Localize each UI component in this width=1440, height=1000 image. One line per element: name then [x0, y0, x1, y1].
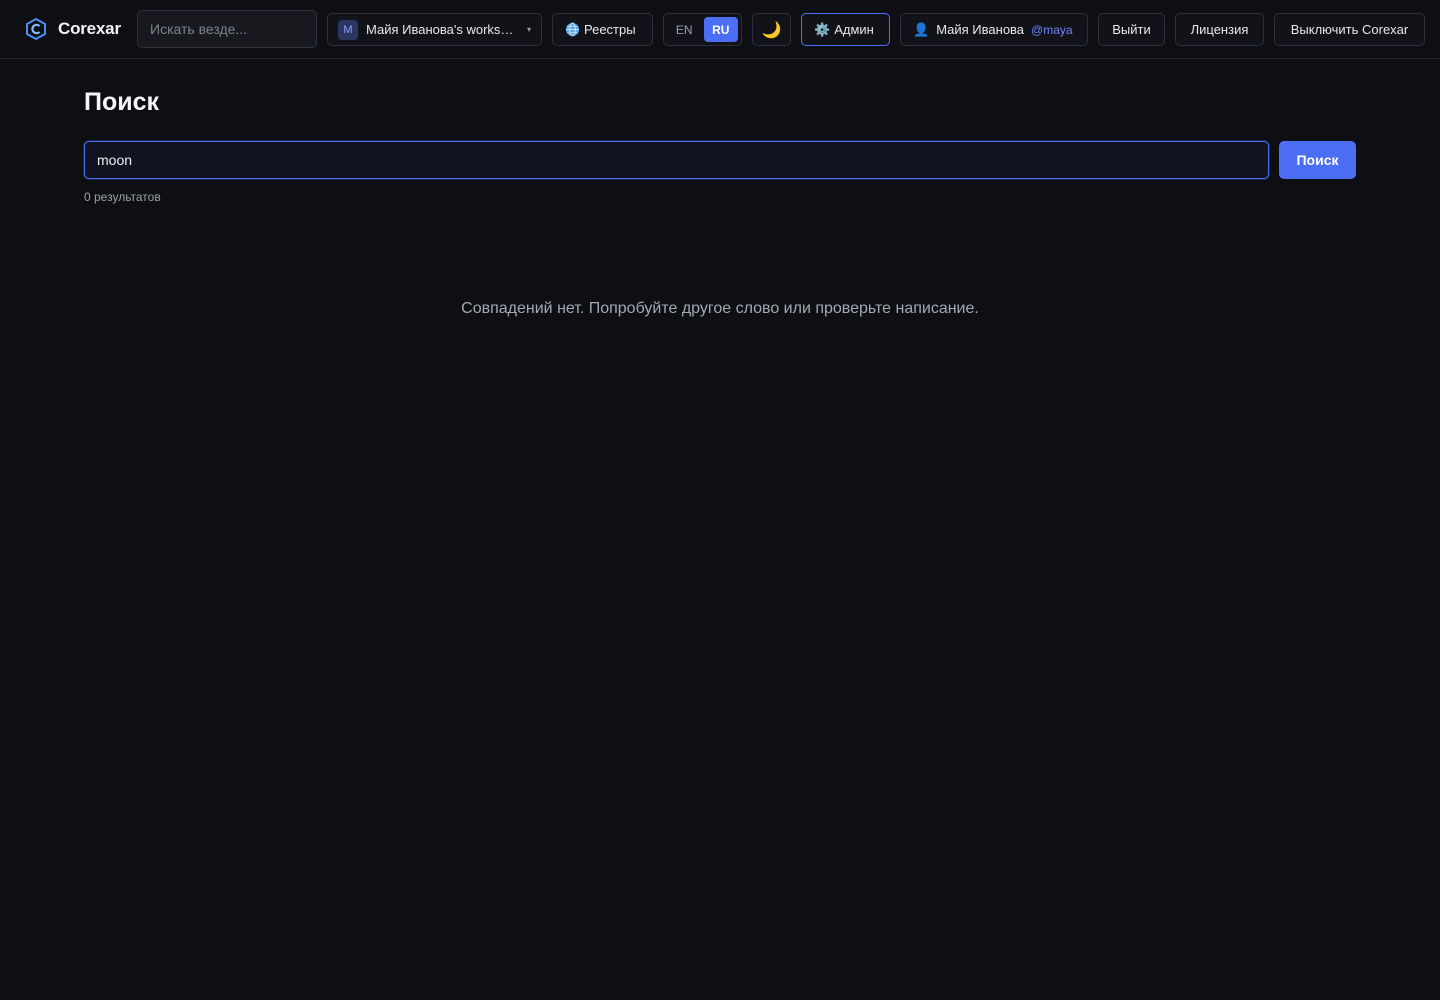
- registries-button[interactable]: Реестры: [552, 13, 653, 46]
- moon-icon: 🌙: [761, 21, 782, 39]
- brand-name: Corexar: [58, 19, 121, 38]
- globe-icon: [565, 22, 580, 37]
- user-handle: @maya: [1031, 22, 1073, 37]
- workspace-avatar: M: [338, 19, 358, 40]
- results-count: 0 результатов: [84, 190, 161, 204]
- admin-label: Админ: [834, 22, 874, 37]
- admin-button[interactable]: ⚙️ Админ: [801, 13, 890, 46]
- search-input[interactable]: [84, 141, 1269, 179]
- language-option-en[interactable]: EN: [667, 17, 702, 42]
- global-search-input[interactable]: [137, 10, 317, 48]
- gear-icon: ⚙️: [814, 21, 831, 37]
- user-icon: 👤: [913, 21, 930, 37]
- empty-state-message: Совпадений нет. Попробуйте другое слово …: [461, 300, 979, 317]
- search-button[interactable]: Поиск: [1279, 141, 1356, 179]
- registries-label: Реестры: [584, 22, 636, 37]
- brand-logo[interactable]: Corexar: [24, 15, 121, 43]
- corexar-logo-icon: [26, 17, 46, 41]
- logout-button[interactable]: Выйти: [1098, 13, 1165, 46]
- workspace-switcher[interactable]: M Майя Иванова's workspace ▾: [327, 13, 542, 46]
- shutdown-button[interactable]: Выключить Corexar: [1274, 13, 1425, 46]
- page-title: Поиск: [84, 88, 160, 116]
- workspace-name: Майя Иванова's workspace: [366, 22, 516, 37]
- user-name: Майя Иванова: [936, 22, 1025, 37]
- user-menu-button[interactable]: 👤 Майя Иванова @maya: [900, 13, 1088, 46]
- language-option-ru[interactable]: RU: [703, 17, 738, 42]
- theme-toggle-button[interactable]: 🌙: [752, 13, 791, 46]
- license-button[interactable]: Лицензия: [1175, 13, 1264, 46]
- language-switcher: EN RU: [663, 13, 742, 46]
- chevron-down-icon: ▾: [526, 25, 531, 34]
- top-bar: Corexar M Майя Иванова's workspace ▾ Рее…: [0, 0, 1440, 59]
